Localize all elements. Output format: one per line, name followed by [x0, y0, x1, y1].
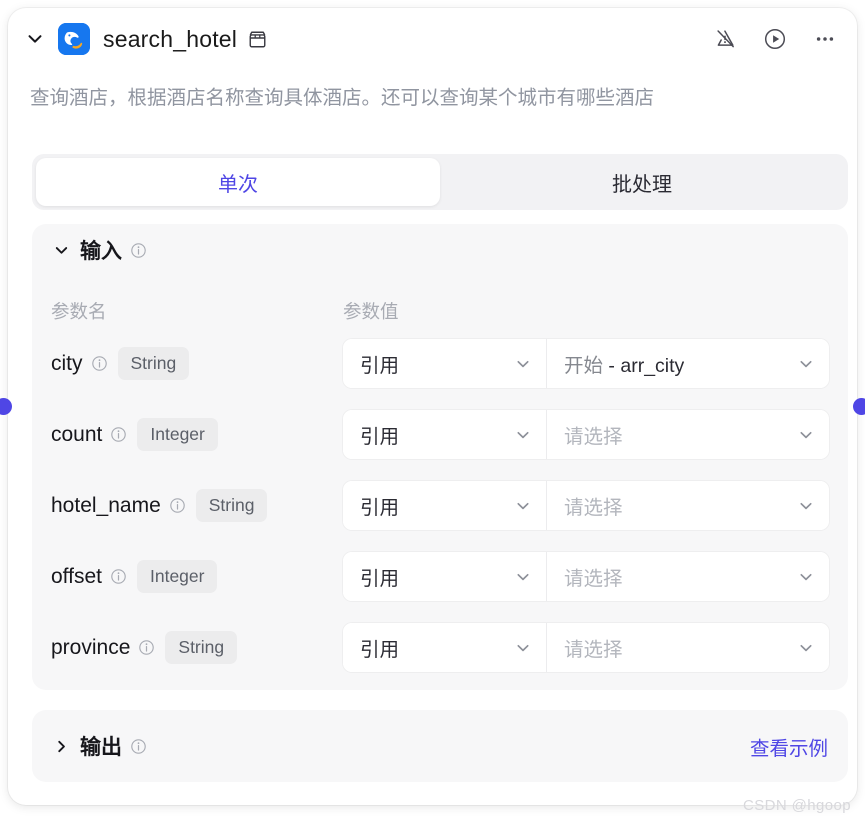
- chevron-down-icon: [787, 568, 815, 586]
- param-value-controls: 引用 请选择: [343, 481, 829, 530]
- param-row-list: city String 引用 开始 - arr_city count Integer 引用请…: [32, 328, 848, 683]
- param-mode-text: 引用: [360, 568, 400, 590]
- param-name: count: [51, 422, 103, 446]
- param-value-text: 请选择: [564, 497, 623, 519]
- param-info-icon[interactable]: [110, 426, 127, 443]
- output-panel: 输出 查看示例: [32, 710, 848, 782]
- param-row: hotel_name String 引用 请选择: [32, 470, 848, 541]
- node-title: search_hotel: [103, 25, 238, 52]
- workflow-node-card: search_hotel 查询酒店，根据酒店名称查询具体酒店。还可以查询某个城市…: [8, 8, 857, 805]
- param-name-cell: province String: [51, 631, 238, 664]
- input-section-header: 输入: [32, 224, 848, 263]
- chevron-down-icon: [504, 355, 532, 373]
- param-name: province: [51, 635, 131, 659]
- param-value-text: 请选择: [564, 639, 623, 661]
- param-name-cell: offset Integer: [51, 560, 218, 593]
- param-name: offset: [51, 564, 102, 588]
- param-value-controls: 引用 开始 - arr_city: [343, 339, 829, 388]
- input-collapse-chevron-down-icon[interactable]: [51, 240, 71, 260]
- view-example-link[interactable]: 查看示例: [750, 732, 828, 761]
- mode-tab-bar: 单次 批处理: [32, 154, 848, 210]
- mute-warning-icon[interactable]: [711, 25, 739, 53]
- node-header: search_hotel: [8, 8, 857, 70]
- param-name: city: [51, 351, 83, 375]
- chevron-down-icon: [787, 639, 815, 657]
- param-name-cell: hotel_name String: [51, 489, 268, 522]
- param-value-select[interactable]: 请选择: [547, 410, 829, 459]
- param-value-select[interactable]: 请选择: [547, 481, 829, 530]
- param-name-cell: count Integer: [51, 418, 218, 451]
- param-row: count Integer 引用 请选择: [32, 399, 848, 470]
- node-description: 查询酒店，根据酒店名称查询具体酒店。还可以查询某个城市有哪些酒店: [30, 87, 655, 109]
- param-value-controls: 引用 请选择: [343, 552, 829, 601]
- chevron-down-icon: [504, 497, 532, 515]
- param-type-tag: String: [117, 347, 190, 380]
- store-icon[interactable]: [246, 28, 268, 50]
- output-collapse-chevron-right-icon[interactable]: [51, 736, 71, 756]
- node-collapse-chevron-down-icon[interactable]: [22, 26, 48, 52]
- param-row: offset Integer 引用 请选择: [32, 541, 848, 612]
- param-mode-text: 引用: [360, 497, 400, 519]
- column-header-param-name: 参数名: [51, 301, 107, 322]
- param-row: city String 引用 开始 - arr_city: [32, 328, 848, 399]
- param-info-icon[interactable]: [91, 355, 108, 372]
- param-value-prefix: 开始: [564, 355, 604, 377]
- chevron-down-icon: [787, 355, 815, 373]
- output-section-header: 输出: [51, 731, 147, 761]
- canvas: search_hotel 查询酒店，根据酒店名称查询具体酒店。还可以查询某个城市…: [0, 0, 865, 821]
- param-value-name: arr_city: [620, 355, 685, 377]
- chevron-down-icon: [504, 568, 532, 586]
- chevron-down-icon: [504, 426, 532, 444]
- param-info-icon[interactable]: [138, 639, 155, 656]
- chevron-down-icon: [504, 639, 532, 657]
- input-panel: 输入 参数名 参数值 city String 引用 开始 - arr_citycoun…: [32, 224, 848, 690]
- chevron-down-icon: [787, 497, 815, 515]
- param-mode-text: 引用: [360, 426, 400, 448]
- param-type-tag: Integer: [136, 560, 218, 593]
- param-value-select[interactable]: 请选择: [547, 552, 829, 601]
- param-mode-text: 引用: [360, 639, 400, 661]
- param-value-text: 请选择: [564, 568, 623, 590]
- run-icon[interactable]: [761, 25, 789, 53]
- tab-single[interactable]: 单次: [36, 158, 440, 206]
- param-mode-select[interactable]: 引用: [343, 339, 547, 388]
- param-mode-text: 引用: [360, 355, 400, 377]
- input-info-icon[interactable]: [130, 242, 147, 259]
- param-name-cell: city String: [51, 347, 190, 380]
- output-section-title: 输出: [80, 736, 122, 759]
- param-name: hotel_name: [51, 493, 161, 517]
- param-value-select[interactable]: 请选择: [547, 623, 829, 672]
- param-value-separator: -: [603, 355, 621, 377]
- param-value-select[interactable]: 开始 - arr_city: [547, 339, 829, 388]
- param-value-text: 请选择: [564, 426, 623, 448]
- more-icon[interactable]: [811, 25, 839, 53]
- param-mode-select[interactable]: 引用: [343, 410, 547, 459]
- param-type-tag: Integer: [137, 418, 218, 451]
- param-row: province String 引用 请选择: [32, 612, 848, 683]
- chevron-down-icon: [787, 426, 815, 444]
- param-type-tag: String: [195, 489, 268, 522]
- node-output-port[interactable]: [853, 398, 865, 415]
- param-value-text: 开始 - arr_city: [564, 349, 684, 378]
- tab-batch[interactable]: 批处理: [440, 158, 844, 206]
- param-value-controls: 引用 请选择: [343, 623, 829, 672]
- output-info-icon[interactable]: [130, 738, 147, 755]
- param-mode-select[interactable]: 引用: [343, 623, 547, 672]
- watermark: CSDN @hgoop: [742, 797, 851, 814]
- input-section-title: 输入: [80, 240, 122, 263]
- param-type-tag: String: [165, 631, 238, 664]
- param-info-icon[interactable]: [169, 497, 186, 514]
- dolphin-app-icon: [58, 23, 90, 55]
- param-column-headers: 参数名 参数值: [32, 298, 848, 326]
- param-value-controls: 引用 请选择: [343, 410, 829, 459]
- param-mode-select[interactable]: 引用: [343, 552, 547, 601]
- node-header-actions: [711, 25, 839, 53]
- column-header-param-value: 参数值: [343, 301, 399, 322]
- param-mode-select[interactable]: 引用: [343, 481, 547, 530]
- param-info-icon[interactable]: [110, 568, 127, 585]
